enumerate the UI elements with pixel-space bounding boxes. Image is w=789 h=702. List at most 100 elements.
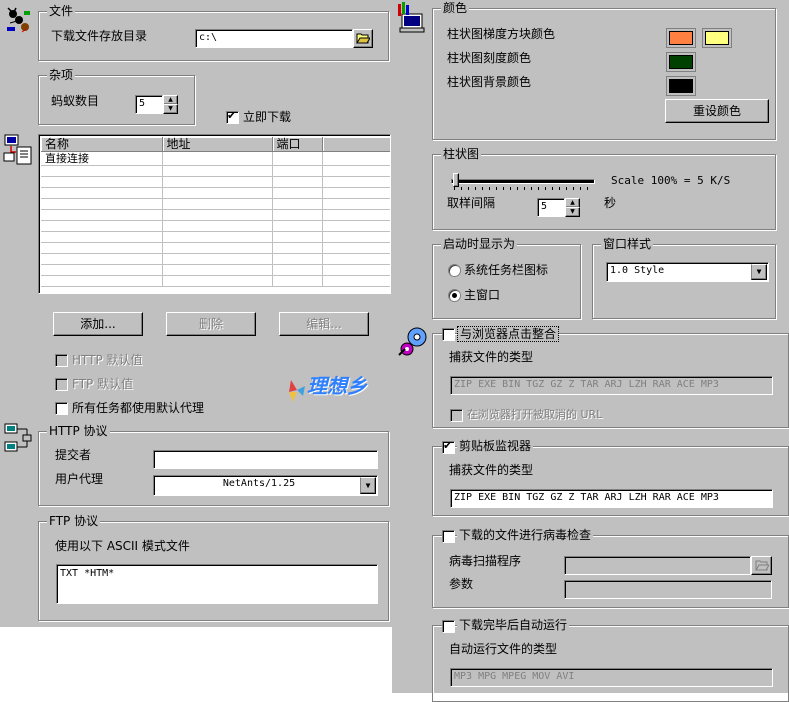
- window-style-value: 1.0 Style: [610, 265, 665, 276]
- watermark-text: 理想乡: [307, 374, 367, 398]
- browser-cancel-label[interactable]: 在浏览器打开被取消的 URL: [467, 408, 602, 422]
- ftp-default-label[interactable]: FTP 默认值: [72, 377, 133, 391]
- proxy-list[interactable]: 名称 地址 端口 直接连接: [38, 134, 391, 294]
- proxy-column-header[interactable]: 名称: [41, 137, 163, 152]
- dir-label: 下载文件存放目录: [51, 29, 148, 43]
- virus-check-label[interactable]: 下载的文件进行病毒检查: [457, 528, 594, 542]
- proxy-column-header[interactable]: 端口: [272, 137, 323, 152]
- browser-types-label: 捕获文件的类型: [449, 350, 534, 364]
- sample-spin-down[interactable]: ▼: [565, 207, 580, 217]
- ascii-files-textarea[interactable]: TXT *HTM*: [56, 564, 378, 604]
- ascii-label: 使用以下 ASCII 模式文件: [55, 539, 190, 553]
- user-agent-select[interactable]: NetAnts/1.25 ▼: [153, 475, 378, 496]
- table-cell: [162, 151, 273, 166]
- startup-main-radio[interactable]: [448, 289, 461, 302]
- table-row[interactable]: [41, 187, 390, 199]
- all-tasks-proxy-checkbox[interactable]: [55, 402, 68, 415]
- logo-mark-icon: [289, 380, 305, 402]
- http-group: HTTP 协议 提交者 用户代理 NetAnts/1.25 ▼: [38, 424, 389, 506]
- edit-proxy-button[interactable]: 编辑...: [279, 312, 369, 336]
- table-row[interactable]: [41, 198, 390, 210]
- reset-colors-button[interactable]: 重设颜色: [665, 99, 769, 123]
- gradient-color1-swatch[interactable]: [669, 31, 693, 45]
- table-row[interactable]: [41, 253, 390, 265]
- table-cell: [41, 187, 163, 199]
- clipboard-group: 剪贴板监视器 捕获文件的类型 ZIP EXE BIN TGZ GZ Z TAR …: [432, 439, 789, 516]
- table-cell: 直接连接: [41, 151, 163, 166]
- table-row[interactable]: [41, 209, 390, 221]
- ants-input[interactable]: 5: [135, 95, 163, 114]
- sample-interval-label: 取样间隔: [447, 196, 496, 210]
- table-row[interactable]: [41, 176, 390, 188]
- autorun-checkbox[interactable]: [442, 620, 455, 633]
- scale-color-swatch[interactable]: [669, 55, 693, 69]
- ant-icon: [7, 7, 30, 33]
- autorun-label[interactable]: 下载完毕后自动运行: [457, 618, 570, 632]
- ants-spin-down[interactable]: ▼: [163, 104, 178, 114]
- sample-interval-input[interactable]: 5: [537, 198, 565, 217]
- bg-color-label: 柱状图背景颜色: [447, 75, 532, 89]
- table-cell: [272, 198, 323, 210]
- misc-group-title: 杂项: [47, 68, 76, 82]
- immediate-download-label[interactable]: 立即下载: [243, 110, 291, 124]
- browser-integrate-checkbox[interactable]: [442, 328, 455, 341]
- startup-main-label[interactable]: 主窗口: [464, 288, 500, 302]
- table-cell: [41, 165, 163, 177]
- proxy-column-header[interactable]: 地址: [162, 137, 273, 152]
- scale-slider-track[interactable]: [451, 179, 595, 184]
- browser-types-input[interactable]: ZIP EXE BIN TGZ GZ Z TAR ARJ LZH RAR ACE…: [450, 376, 773, 395]
- http-default-label[interactable]: HTTP 默认值: [72, 353, 143, 367]
- scale-slider-thumb[interactable]: [453, 173, 459, 187]
- clipboard-types-input[interactable]: ZIP EXE BIN TGZ GZ Z TAR ARJ LZH RAR ACE…: [450, 489, 773, 508]
- table-cell: [162, 187, 273, 199]
- table-row[interactable]: [41, 275, 390, 287]
- gradient-color-label: 柱状图梯度方块颜色: [447, 27, 556, 41]
- browse-folder-button[interactable]: [353, 29, 373, 48]
- dir-input[interactable]: c:\: [195, 29, 353, 48]
- user-agent-dropdown-button[interactable]: ▼: [360, 477, 376, 494]
- table-cell: [272, 231, 323, 243]
- autorun-types-input[interactable]: MP3 MPG MPEG MOV AVI: [450, 668, 773, 687]
- clipboard-monitor-label[interactable]: 剪贴板监视器: [457, 439, 534, 453]
- table-cell-empty: [322, 209, 390, 221]
- all-tasks-proxy-label[interactable]: 所有任务都使用默认代理: [72, 401, 204, 415]
- browser-cancel-checkbox[interactable]: [450, 409, 463, 422]
- virus-scanner-input[interactable]: [564, 556, 751, 575]
- http-default-checkbox[interactable]: [55, 354, 68, 367]
- ftp-default-checkbox[interactable]: [55, 378, 68, 391]
- table-row[interactable]: [41, 220, 390, 232]
- immediate-download-checkbox[interactable]: [226, 109, 239, 124]
- table-cell: [272, 275, 323, 287]
- startup-tray-label[interactable]: 系统任务栏图标: [464, 263, 548, 277]
- virus-scanner-browse-button[interactable]: [751, 556, 772, 575]
- virus-check-checkbox[interactable]: [442, 530, 455, 543]
- virus-params-input[interactable]: [564, 580, 772, 599]
- window-style-dropdown-button[interactable]: ▼: [751, 264, 767, 280]
- startup-tray-radio[interactable]: [448, 264, 461, 277]
- color-group-title: 颜色: [441, 1, 470, 15]
- autorun-group: 下载完毕后自动运行 自动运行文件的类型 MP3 MPG MPEG MOV AVI: [432, 618, 789, 702]
- submitter-label: 提交者: [55, 448, 92, 462]
- delete-proxy-button[interactable]: 删除: [166, 312, 256, 336]
- table-row[interactable]: [41, 165, 390, 177]
- clipboard-monitor-checkbox[interactable]: [442, 439, 455, 454]
- submitter-input[interactable]: [153, 450, 378, 469]
- table-cell: [272, 220, 323, 232]
- gradient-color2-swatch[interactable]: [705, 31, 729, 45]
- scale-text: Scale 100% = 5 K/S: [611, 174, 731, 187]
- table-row[interactable]: [41, 231, 390, 243]
- browser-integrate-label[interactable]: 与浏览器点击整合: [457, 326, 560, 342]
- file-group: 文件 下载文件存放目录 c:\: [38, 4, 389, 61]
- table-row[interactable]: [41, 264, 390, 276]
- table-row[interactable]: [41, 242, 390, 254]
- table-cell: [162, 198, 273, 210]
- table-cell-empty: [322, 264, 390, 276]
- virus-params-label: 参数: [449, 577, 474, 591]
- virus-scanner-label: 病毒扫描程序: [449, 554, 522, 568]
- table-row[interactable]: 直接连接: [41, 151, 390, 166]
- window-style-select[interactable]: 1.0 Style ▼: [606, 262, 769, 282]
- slider-ticks: [454, 187, 592, 190]
- add-proxy-button[interactable]: 添加...: [53, 312, 143, 336]
- bg-color-swatch[interactable]: [669, 79, 693, 93]
- network-computers-icon: [4, 423, 32, 452]
